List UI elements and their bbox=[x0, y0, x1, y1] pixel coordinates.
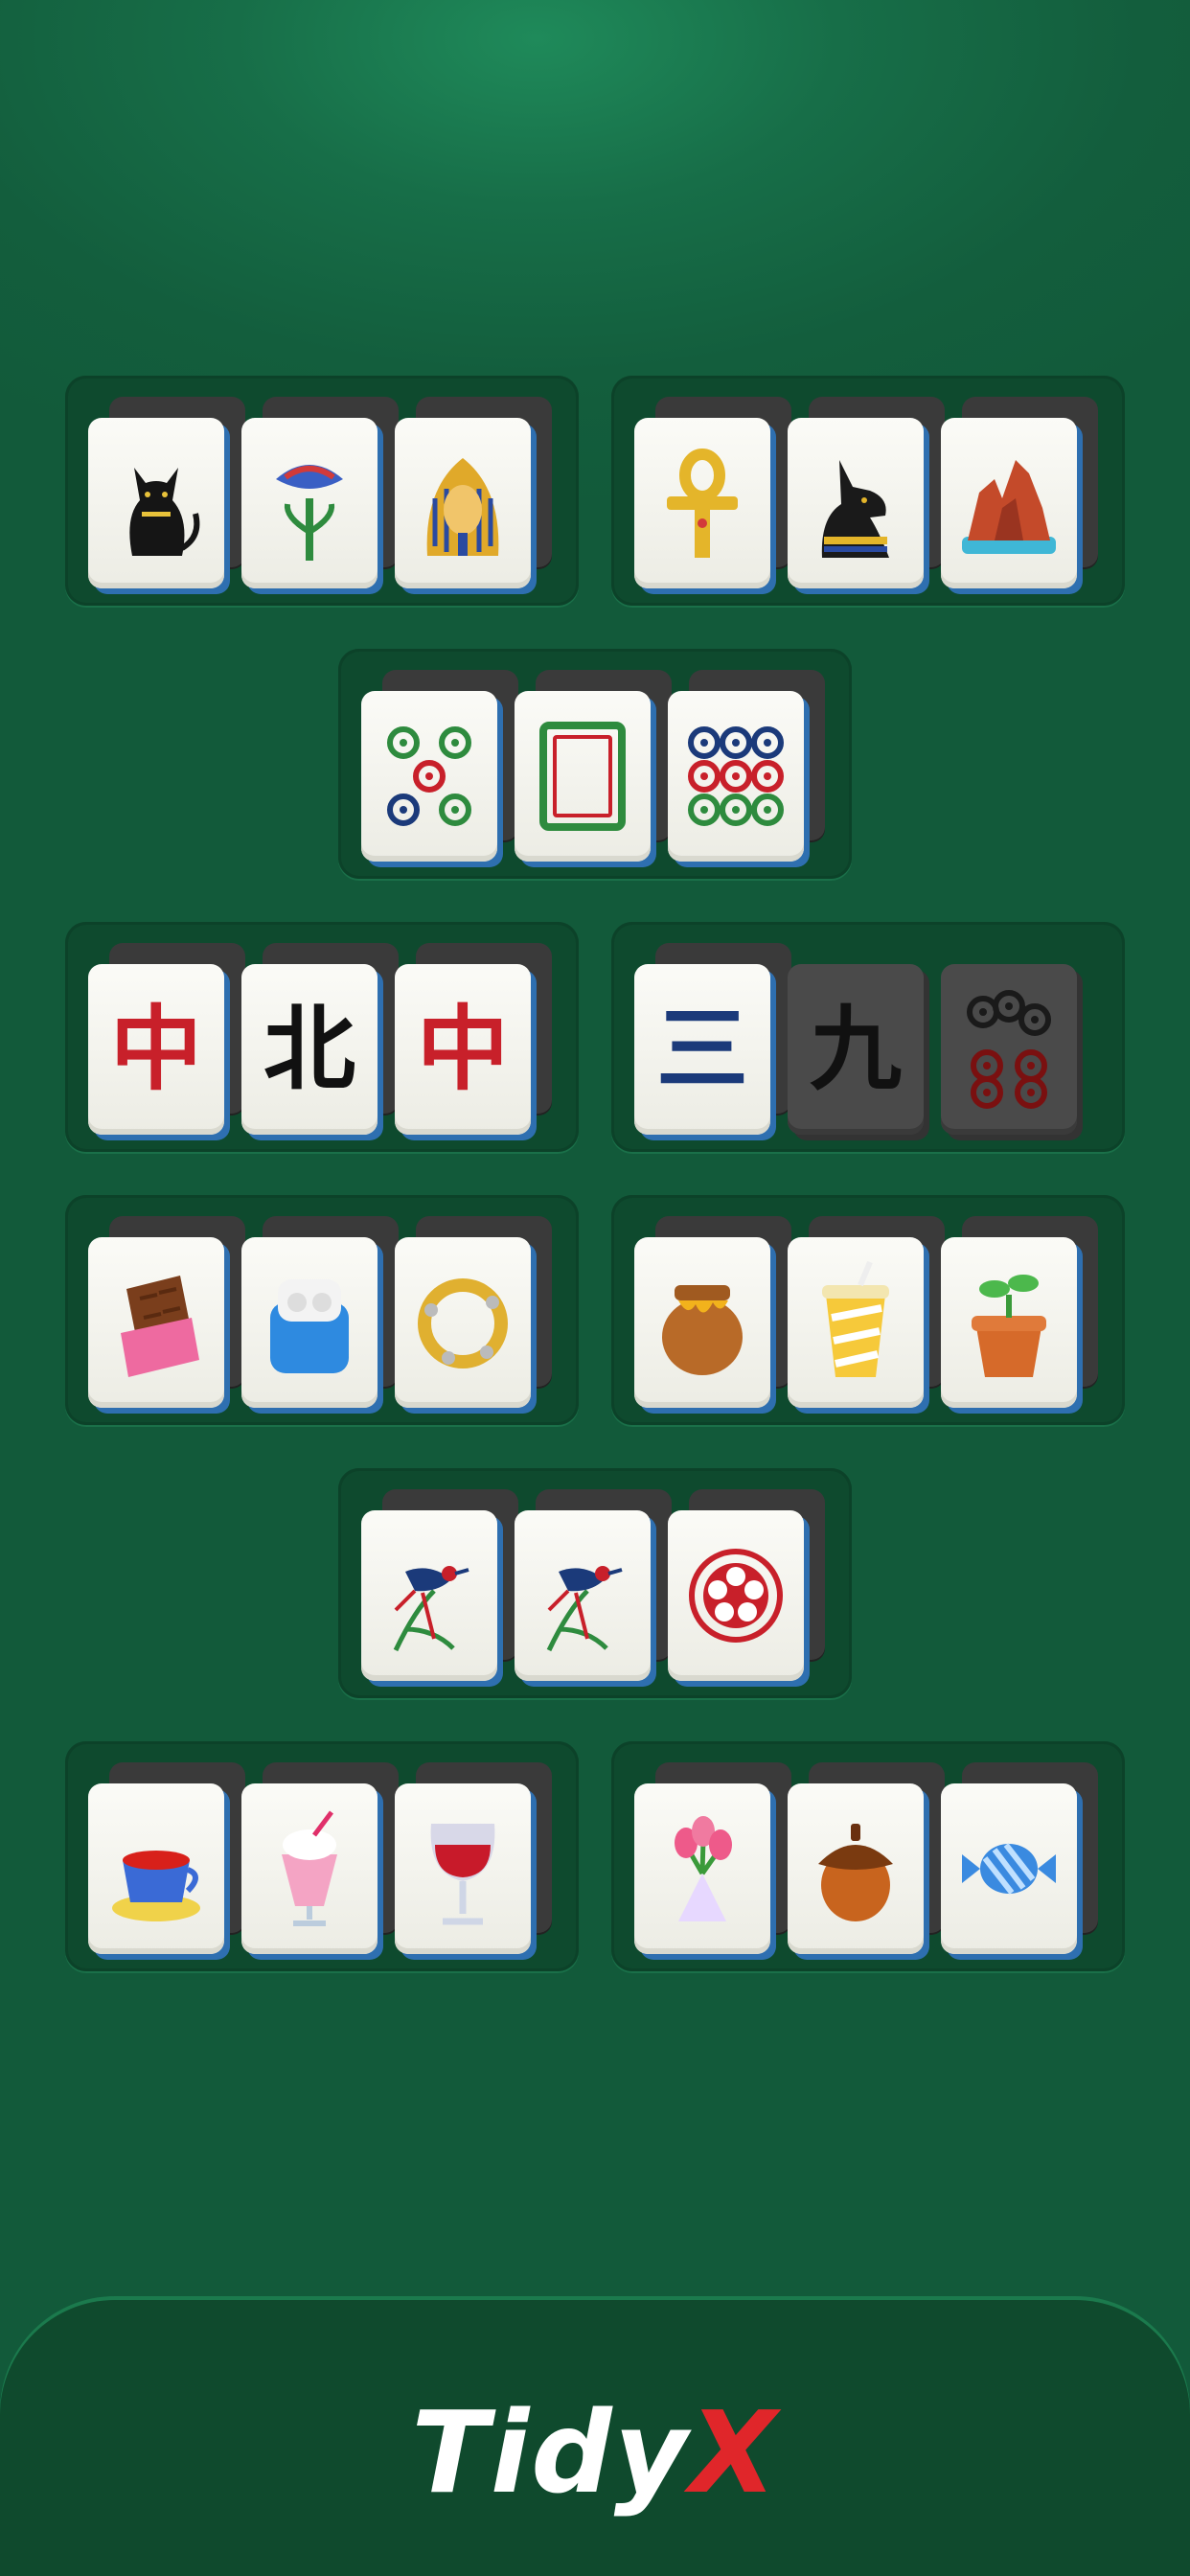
mahjong-tile[interactable] bbox=[941, 1762, 1098, 1960]
candy-icon bbox=[941, 1783, 1077, 1954]
mahjong-tile[interactable] bbox=[395, 1216, 552, 1414]
tulip-bouquet-icon bbox=[634, 1783, 770, 1954]
zhong-character-icon: 中 bbox=[395, 964, 531, 1135]
mahjong-tile[interactable] bbox=[634, 1762, 791, 1960]
mahjong-tile[interactable] bbox=[361, 1489, 518, 1687]
pharaoh-mask-icon bbox=[395, 418, 531, 588]
wine-glass-icon bbox=[395, 1783, 531, 1954]
anubis-icon bbox=[788, 418, 924, 588]
tile-character: 九 bbox=[810, 995, 902, 1103]
mahjong-tile[interactable] bbox=[515, 1489, 672, 1687]
mahjong-tile[interactable] bbox=[668, 1489, 825, 1687]
ankh-icon bbox=[634, 418, 770, 588]
bird-bamboo-icon bbox=[515, 1510, 651, 1681]
tambourine-icon bbox=[395, 1237, 531, 1408]
chocolate-bar-icon bbox=[88, 1237, 224, 1408]
papyrus-flower-icon bbox=[241, 418, 378, 588]
mahjong-tile[interactable] bbox=[788, 1216, 945, 1414]
mahjong-tile[interactable] bbox=[515, 670, 672, 867]
tile-character: 三 bbox=[656, 995, 748, 1103]
mahjong-tile[interactable] bbox=[634, 1216, 791, 1414]
acorn-icon bbox=[788, 1783, 924, 1954]
jiu-character-icon: 九 bbox=[788, 964, 924, 1135]
six-dots-icon bbox=[941, 964, 1077, 1135]
honey-pot-icon bbox=[634, 1237, 770, 1408]
mahjong-tile[interactable] bbox=[634, 397, 791, 594]
mahjong-tile[interactable] bbox=[88, 1762, 245, 1960]
bird-bamboo-icon bbox=[361, 1510, 497, 1681]
nine-dots-icon bbox=[668, 691, 804, 862]
mahjong-tile[interactable] bbox=[241, 1216, 399, 1414]
mahjong-tile[interactable] bbox=[668, 670, 825, 867]
mahjong-tile[interactable] bbox=[241, 397, 399, 594]
black-cat-icon bbox=[88, 418, 224, 588]
mahjong-tile[interactable] bbox=[241, 1762, 399, 1960]
san-character-icon: 三 bbox=[634, 964, 770, 1135]
mahjong-tile[interactable]: 中 bbox=[88, 943, 245, 1140]
mahjong-tile[interactable] bbox=[395, 1762, 552, 1960]
mahjong-tile[interactable] bbox=[361, 670, 518, 867]
white-dragon-icon bbox=[515, 691, 651, 862]
mahjong-tile[interactable]: 中 bbox=[395, 943, 552, 1140]
brand-name: Tidy bbox=[411, 2386, 690, 2518]
milkshake-icon bbox=[241, 1783, 378, 1954]
mahjong-tile: 九 bbox=[788, 964, 929, 1140]
tile-character: 中 bbox=[417, 995, 509, 1103]
drink-cup-icon bbox=[788, 1237, 924, 1408]
red-rock-canyon-icon bbox=[941, 418, 1077, 588]
mahjong-tile bbox=[941, 964, 1083, 1140]
brand-logo: TidyX bbox=[0, 2386, 1190, 2518]
mahjong-tile[interactable]: 三 bbox=[634, 943, 791, 1140]
mahjong-tile[interactable] bbox=[395, 397, 552, 594]
mahjong-tile[interactable] bbox=[88, 397, 245, 594]
mahjong-tile[interactable] bbox=[88, 1216, 245, 1414]
tile-character: 北 bbox=[263, 995, 355, 1103]
mahjong-tile[interactable] bbox=[788, 1762, 945, 1960]
bei-character-icon: 北 bbox=[241, 964, 378, 1135]
five-dots-icon bbox=[361, 691, 497, 862]
tile-character: 中 bbox=[110, 995, 202, 1103]
zhong-character-icon: 中 bbox=[88, 964, 224, 1135]
sprout-pot-icon bbox=[941, 1237, 1077, 1408]
mahjong-tile[interactable]: 北 bbox=[241, 943, 399, 1140]
earbuds-case-icon bbox=[241, 1237, 378, 1408]
mahjong-tile[interactable] bbox=[941, 1216, 1098, 1414]
tea-cup-icon bbox=[88, 1783, 224, 1954]
mahjong-tile[interactable] bbox=[941, 397, 1098, 594]
brand-mark: X bbox=[689, 2386, 779, 2518]
mahjong-tile[interactable] bbox=[788, 397, 945, 594]
plum-blossom-icon bbox=[668, 1510, 804, 1681]
